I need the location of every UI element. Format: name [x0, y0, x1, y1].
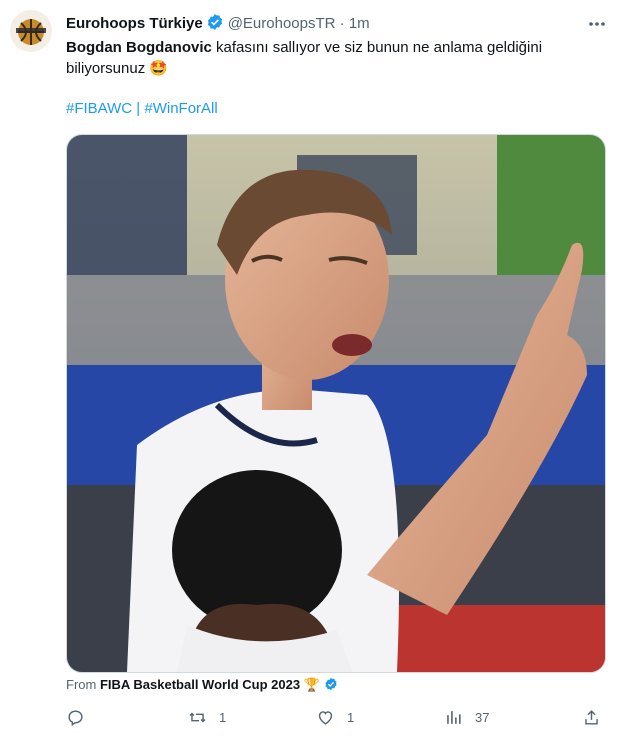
video-frame-basketball-player — [67, 135, 605, 672]
retweet-icon — [189, 712, 206, 722]
verified-badge-icon — [206, 13, 224, 37]
retweet-button[interactable]: 1 — [188, 706, 226, 728]
star-struck-emoji: 🤩 — [149, 60, 169, 77]
analytics-icon — [447, 710, 461, 724]
share-icon — [585, 709, 598, 725]
hashtag-winforall[interactable]: #WinForAll — [144, 100, 217, 117]
retweet-count: 1 — [219, 709, 227, 725]
action-bar: 1 1 37 — [0, 700, 627, 734]
reply-icon — [68, 709, 83, 726]
basketball-logo-icon — [10, 10, 52, 52]
mentioned-name: Bogdan Bogdanovic — [66, 39, 212, 56]
source-prefix: From — [66, 677, 100, 692]
share-button[interactable] — [582, 706, 601, 728]
hashtag-fibawc[interactable]: #FIBAWC — [66, 100, 132, 117]
like-button[interactable]: 1 — [316, 706, 354, 728]
hashtag-separator: | — [132, 100, 145, 117]
author-name[interactable]: Eurohoops Türkiye — [66, 15, 203, 32]
like-count: 1 — [347, 709, 355, 725]
reply-button[interactable] — [66, 706, 97, 728]
tweet-header: Eurohoops Türkiye @EurohoopsTR · 1m — [66, 13, 370, 37]
avatar[interactable] — [10, 10, 52, 52]
author-handle[interactable]: @EurohoopsTR — [228, 15, 336, 32]
video-media[interactable] — [66, 134, 606, 673]
heart-icon — [318, 710, 333, 725]
media-source: From FIBA Basketball World Cup 2023 🏆 — [66, 676, 338, 694]
views-count: 37 — [475, 709, 490, 725]
hashtags: #FIBAWC | #WinForAll — [66, 99, 218, 119]
tweet-time[interactable]: 1m — [349, 15, 370, 32]
views-button[interactable]: 37 — [444, 706, 489, 728]
tweet-text: Bogdan Bogdanovic kafasını sallıyor ve s… — [66, 37, 606, 79]
trophy-emoji: 🏆 — [303, 677, 320, 692]
source-verified-icon — [324, 677, 338, 692]
more-options-icon[interactable] — [587, 14, 607, 34]
source-name[interactable]: FIBA Basketball World Cup 2023 — [100, 677, 300, 692]
header-separator: · — [339, 15, 345, 32]
